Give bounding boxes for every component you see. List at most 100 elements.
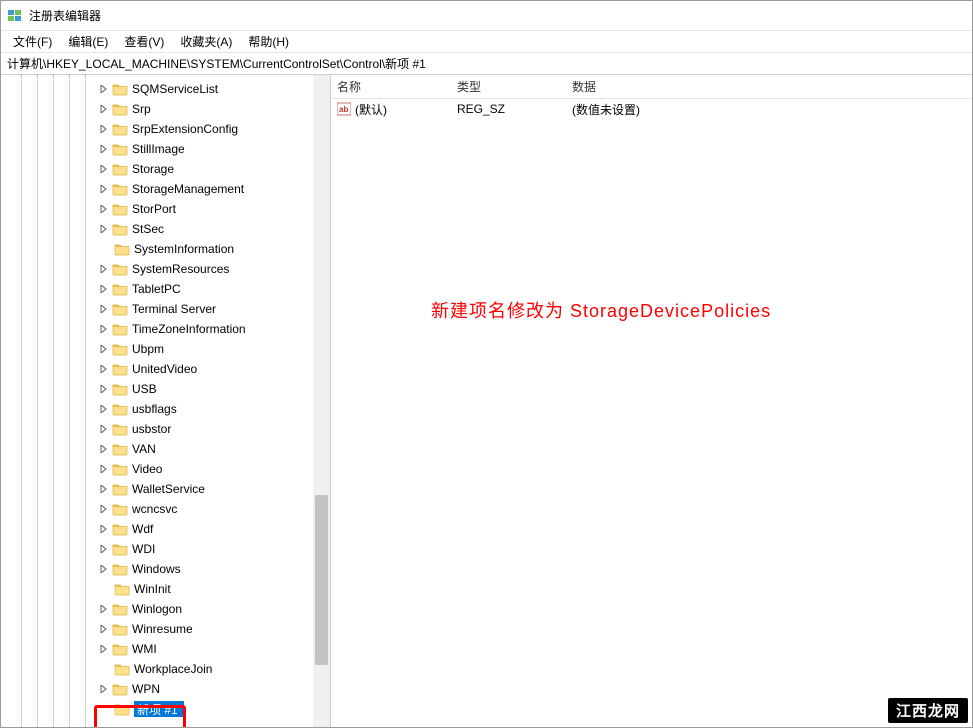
tree-pane[interactable]: SQMServiceListSrpSrpExtensionConfigStill…: [1, 75, 331, 727]
tree-item[interactable]: SQMServiceList: [1, 79, 330, 99]
menu-favorites[interactable]: 收藏夹(A): [172, 31, 240, 52]
tree-item[interactable]: Wdf: [1, 519, 330, 539]
tree-item-label: usbstor: [132, 422, 171, 436]
chevron-right-icon[interactable]: [98, 683, 110, 695]
tree-item[interactable]: StillImage: [1, 139, 330, 159]
tree-item[interactable]: Winresume: [1, 619, 330, 639]
chevron-right-icon[interactable]: [98, 183, 110, 195]
tree-item[interactable]: TimeZoneInformation: [1, 319, 330, 339]
annotation-text: 新建项名修改为 StorageDevicePolicies: [431, 297, 771, 323]
menubar: 文件(F) 编辑(E) 查看(V) 收藏夹(A) 帮助(H): [1, 31, 972, 53]
tree-item[interactable]: wcncsvc: [1, 499, 330, 519]
chevron-right-icon[interactable]: [98, 483, 110, 495]
regedit-window: 注册表编辑器 文件(F) 编辑(E) 查看(V) 收藏夹(A) 帮助(H) 计算…: [0, 0, 973, 728]
col-name[interactable]: 名称: [331, 78, 451, 95]
tree-item[interactable]: WPN: [1, 679, 330, 699]
tree-item[interactable]: WorkplaceJoin: [1, 659, 330, 679]
value-type: REG_SZ: [451, 102, 566, 116]
tree-item[interactable]: StorageManagement: [1, 179, 330, 199]
folder-icon: [112, 162, 128, 176]
tree-item[interactable]: usbstor: [1, 419, 330, 439]
tree-item-new-key[interactable]: [1, 699, 330, 719]
chevron-right-icon[interactable]: [98, 343, 110, 355]
tree-item[interactable]: WMI: [1, 639, 330, 659]
menu-edit[interactable]: 编辑(E): [60, 31, 116, 52]
chevron-right-icon[interactable]: [98, 403, 110, 415]
tree-scrollbar[interactable]: [313, 75, 330, 727]
svg-text:ab: ab: [339, 105, 348, 114]
tree-list: SQMServiceListSrpSrpExtensionConfigStill…: [1, 75, 330, 719]
chevron-right-icon[interactable]: [98, 203, 110, 215]
chevron-right-icon[interactable]: [98, 323, 110, 335]
chevron-right-icon[interactable]: [98, 523, 110, 535]
tree-item-label: Winlogon: [132, 602, 182, 616]
menu-file[interactable]: 文件(F): [5, 31, 60, 52]
chevron-right-icon[interactable]: [98, 643, 110, 655]
chevron-right-icon[interactable]: [98, 503, 110, 515]
tree-item[interactable]: Winlogon: [1, 599, 330, 619]
value-row-default[interactable]: ab (默认) REG_SZ (数值未设置): [331, 99, 972, 119]
tree-item[interactable]: usbflags: [1, 399, 330, 419]
tree-item-label: TimeZoneInformation: [132, 322, 246, 336]
tree-item[interactable]: Storage: [1, 159, 330, 179]
col-type[interactable]: 类型: [451, 78, 566, 95]
tree-scroll-thumb[interactable]: [315, 495, 328, 665]
folder-icon: [112, 622, 128, 636]
tree-item-label: Video: [132, 462, 162, 476]
tree-item-label: Winresume: [132, 622, 193, 636]
chevron-right-icon[interactable]: [98, 123, 110, 135]
chevron-right-icon[interactable]: [98, 543, 110, 555]
values-pane[interactable]: 名称 类型 数据 ab (默认) REG_SZ (数值未设置) 新建: [331, 75, 972, 727]
menu-help[interactable]: 帮助(H): [240, 31, 297, 52]
folder-icon: [112, 342, 128, 356]
tree-item[interactable]: Windows: [1, 559, 330, 579]
folder-icon: [112, 442, 128, 456]
chevron-right-icon[interactable]: [98, 83, 110, 95]
addressbar[interactable]: 计算机\HKEY_LOCAL_MACHINE\SYSTEM\CurrentCon…: [1, 53, 972, 75]
chevron-right-icon[interactable]: [98, 423, 110, 435]
chevron-right-icon[interactable]: [98, 563, 110, 575]
chevron-right-icon[interactable]: [98, 303, 110, 315]
col-data[interactable]: 数据: [566, 78, 972, 95]
folder-icon: [112, 102, 128, 116]
chevron-right-icon[interactable]: [98, 163, 110, 175]
tree-item[interactable]: Ubpm: [1, 339, 330, 359]
tree-item[interactable]: TabletPC: [1, 279, 330, 299]
chevron-right-icon[interactable]: [98, 263, 110, 275]
chevron-right-icon[interactable]: [98, 143, 110, 155]
tree-item-label: SystemResources: [132, 262, 229, 276]
chevron-right-icon[interactable]: [98, 223, 110, 235]
chevron-right-icon[interactable]: [98, 463, 110, 475]
tree-item[interactable]: SystemInformation: [1, 239, 330, 259]
rename-input[interactable]: [134, 701, 184, 717]
tree-item[interactable]: WDI: [1, 539, 330, 559]
body: SQMServiceListSrpSrpExtensionConfigStill…: [1, 75, 972, 727]
tree-item-label: VAN: [132, 442, 156, 456]
tree-item[interactable]: StSec: [1, 219, 330, 239]
chevron-right-icon[interactable]: [98, 603, 110, 615]
tree-item[interactable]: SystemResources: [1, 259, 330, 279]
chevron-right-icon[interactable]: [98, 283, 110, 295]
folder-icon: [114, 582, 130, 596]
tree-item[interactable]: SrpExtensionConfig: [1, 119, 330, 139]
tree-item[interactable]: VAN: [1, 439, 330, 459]
menu-view[interactable]: 查看(V): [116, 31, 172, 52]
tree-item[interactable]: UnitedVideo: [1, 359, 330, 379]
tree-item[interactable]: StorPort: [1, 199, 330, 219]
tree-item-label: WinInit: [134, 582, 171, 596]
tree-item[interactable]: WinInit: [1, 579, 330, 599]
tree-item[interactable]: USB: [1, 379, 330, 399]
chevron-right-icon[interactable]: [98, 623, 110, 635]
chevron-right-icon[interactable]: [98, 443, 110, 455]
tree-item-label: Windows: [132, 562, 181, 576]
chevron-right-icon[interactable]: [98, 103, 110, 115]
tree-item[interactable]: WalletService: [1, 479, 330, 499]
tree-item[interactable]: Srp: [1, 99, 330, 119]
tree-item[interactable]: Terminal Server: [1, 299, 330, 319]
folder-icon: [112, 202, 128, 216]
tree-item-label: SystemInformation: [134, 242, 234, 256]
chevron-right-icon[interactable]: [98, 363, 110, 375]
tree-item[interactable]: Video: [1, 459, 330, 479]
chevron-right-icon[interactable]: [98, 383, 110, 395]
tree-item-label: WPN: [132, 682, 160, 696]
